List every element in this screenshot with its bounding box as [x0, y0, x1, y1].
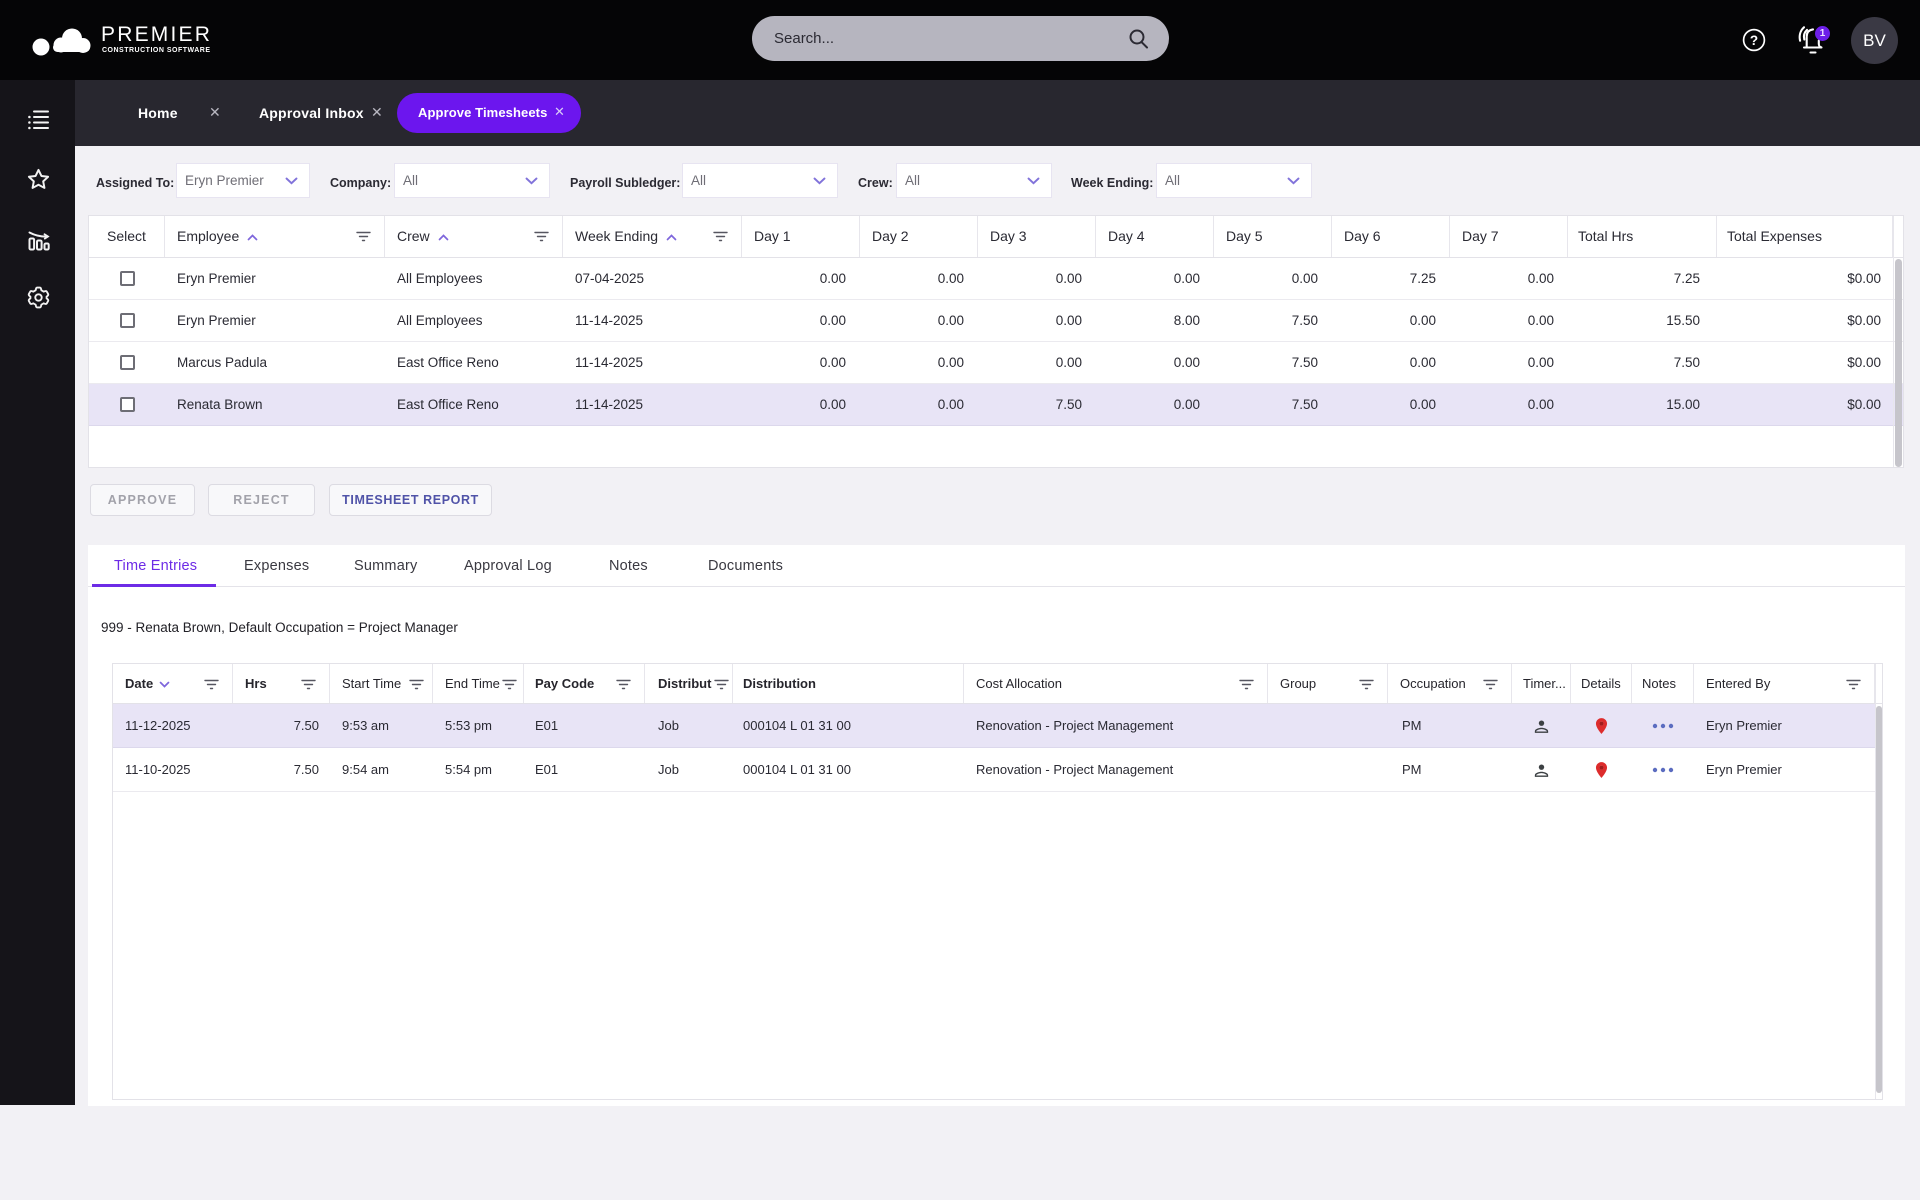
svg-text:?: ? — [1750, 33, 1758, 48]
